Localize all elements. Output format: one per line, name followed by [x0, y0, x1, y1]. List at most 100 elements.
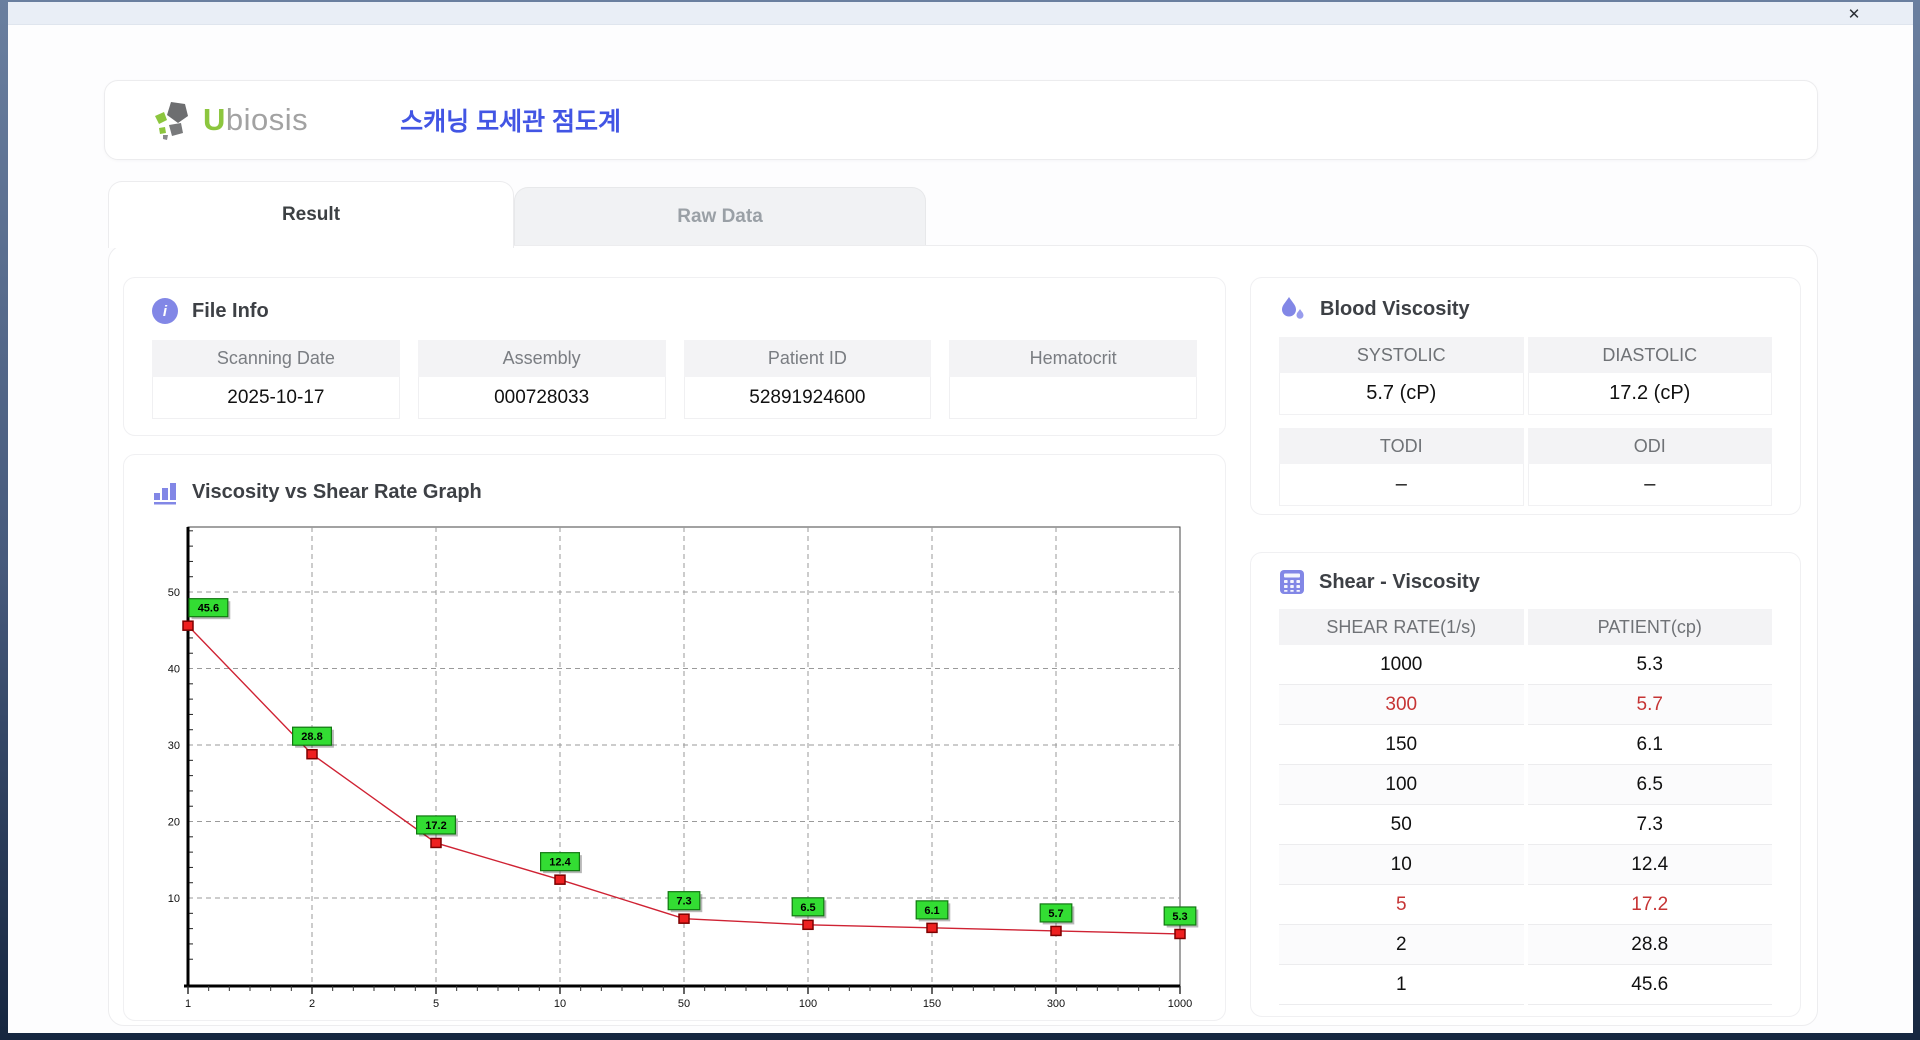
point-label: 7.3	[676, 896, 691, 908]
point-label: 17.2	[425, 820, 446, 832]
bv-cell-value: –	[1279, 464, 1524, 506]
x-tick-label: 150	[923, 998, 941, 1010]
window-titlebar: ✕	[8, 2, 1913, 25]
x-tick-label: 2	[309, 998, 315, 1010]
water-drops-icon	[1282, 297, 1304, 319]
shear-table: SHEAR RATE(1/s) PATIENT(cp) 1000 5.3 300 5.…	[1279, 609, 1772, 1005]
window-close-button[interactable]: ✕	[1843, 4, 1865, 23]
close-icon: ✕	[1847, 5, 1861, 23]
point-label: 12.4	[549, 857, 571, 869]
shear-table-header: SHEAR RATE(1/s) PATIENT(cp)	[1279, 609, 1772, 645]
header-card: Ubiosis 스캐닝 모세관 점도계	[104, 80, 1818, 160]
cell-shear-rate: 1	[1279, 965, 1524, 1005]
graph-panel: Viscosity vs Shear Rate Graph 10 20 30 40 50…	[123, 454, 1226, 1021]
bv-cell-value: –	[1527, 464, 1772, 506]
x-tick-label: 1000	[1168, 998, 1192, 1010]
cell-patient: 5.7	[1527, 685, 1772, 725]
x-tick-label: 50	[678, 998, 690, 1010]
cell-patient: 6.5	[1527, 765, 1772, 805]
data-point	[1174, 928, 1186, 940]
y-tick-label: 30	[168, 740, 180, 752]
y-tick-label: 10	[168, 893, 180, 905]
shear-viscosity-title: Shear - Viscosity	[1319, 570, 1480, 593]
point-label: 5.7	[1048, 908, 1063, 920]
field-value: 2025-10-17	[152, 377, 400, 419]
data-point	[1050, 925, 1062, 937]
bv-cell-label: TODI	[1279, 428, 1524, 464]
point-label: 5.3	[1172, 911, 1187, 923]
field-value: 000728033	[417, 377, 666, 419]
cell-shear-rate: 100	[1279, 765, 1524, 805]
data-point	[554, 874, 566, 885]
data-point	[306, 748, 318, 760]
bv-cell-label: SYSTOLIC	[1279, 337, 1524, 373]
table-row: 1000 5.3	[1279, 645, 1772, 685]
field-label: Assembly	[417, 340, 666, 377]
point-label: 45.6	[198, 603, 219, 615]
logo-letter-u: U	[203, 102, 226, 137]
x-tick-label: 10	[554, 998, 566, 1010]
tab-raw-data[interactable]: Raw Data	[514, 187, 926, 245]
point-label: 6.5	[800, 902, 815, 914]
cell-patient: 17.2	[1527, 885, 1772, 925]
cell-shear-rate: 5	[1279, 885, 1524, 925]
cell-patient: 5.3	[1527, 645, 1772, 685]
table-row: 300 5.7	[1279, 685, 1772, 725]
data-point	[926, 922, 938, 934]
cell-shear-rate: 2	[1279, 925, 1524, 965]
field-label: Patient ID	[683, 340, 932, 377]
data-point	[678, 913, 690, 924]
bv-cell-value: 5.7 (cP)	[1279, 373, 1524, 415]
file-info-title: File Info	[192, 299, 269, 322]
brand-logo: Ubiosis	[151, 99, 308, 141]
x-tick-label: 5	[433, 998, 439, 1010]
blood-viscosity-panel: Blood Viscosity SYSTOLIC DIASTOLIC 5.7 (cP…	[1250, 277, 1801, 515]
bv-cell-label: DIASTOLIC	[1527, 337, 1772, 373]
cell-shear-rate: 150	[1279, 725, 1524, 765]
file-info-field: Scanning Date 2025-10-17	[152, 340, 400, 419]
x-tick-label: 100	[799, 998, 817, 1010]
file-info-field: Assembly 000728033	[417, 340, 666, 419]
cell-patient: 28.8	[1527, 925, 1772, 965]
bv-cell-label: ODI	[1527, 428, 1772, 464]
table-row: 100 6.5	[1279, 765, 1772, 805]
file-info-field: Hematocrit	[949, 340, 1197, 419]
table-row: 2 28.8	[1279, 925, 1772, 965]
shear-viscosity-panel: Shear - Viscosity SHEAR RATE(1/s) PATIEN…	[1250, 552, 1801, 1017]
info-icon: i	[152, 298, 178, 324]
column-patient: PATIENT(cp)	[1527, 609, 1772, 645]
blood-viscosity-title: Blood Viscosity	[1320, 298, 1470, 320]
calculator-icon	[1280, 570, 1304, 594]
x-tick-label: 1	[185, 998, 191, 1010]
file-info-panel: i File Info Scanning Date 2025-10-17 Assem…	[123, 277, 1226, 436]
table-row: 10 12.4	[1279, 845, 1772, 885]
table-row: 50 7.3	[1279, 805, 1772, 845]
bv-value-row: 5.7 (cP) 17.2 (cP)	[1279, 373, 1772, 415]
bv-row-spacer	[1279, 415, 1772, 428]
file-info-field: Patient ID 52891924600	[683, 340, 932, 419]
bv-value-row: – –	[1279, 464, 1772, 506]
cell-patient: 7.3	[1527, 805, 1772, 845]
data-point	[430, 837, 442, 849]
table-row: 150 6.1	[1279, 725, 1772, 765]
cell-patient: 45.6	[1527, 965, 1772, 1005]
y-tick-label: 50	[168, 587, 180, 599]
cell-shear-rate: 300	[1279, 685, 1524, 725]
cell-shear-rate: 10	[1279, 845, 1524, 885]
tab-result[interactable]: Result	[108, 181, 514, 248]
logo-icon	[155, 102, 188, 140]
data-point	[802, 919, 814, 931]
data-point	[182, 620, 194, 631]
column-shear-rate: SHEAR RATE(1/s)	[1279, 609, 1524, 645]
logo-text-rest: biosis	[225, 102, 309, 137]
table-row: 5 17.2	[1279, 885, 1772, 925]
point-label: 28.8	[301, 731, 322, 743]
y-tick-label: 20	[168, 817, 180, 829]
content-card: i File Info Scanning Date 2025-10-17 Assem…	[108, 245, 1818, 1026]
app-window: ✕ Ubiosis 스캐닝 모세관 점도계 Result Raw Data i …	[8, 2, 1913, 1033]
bv-header-row: SYSTOLIC DIASTOLIC	[1279, 337, 1772, 373]
cell-patient: 12.4	[1527, 845, 1772, 885]
x-tick-label: 300	[1047, 998, 1065, 1010]
cell-shear-rate: 50	[1279, 805, 1524, 845]
blood-viscosity-grid: SYSTOLIC DIASTOLIC 5.7 (cP) 17.2 (cP) TODI OD…	[1279, 337, 1772, 506]
